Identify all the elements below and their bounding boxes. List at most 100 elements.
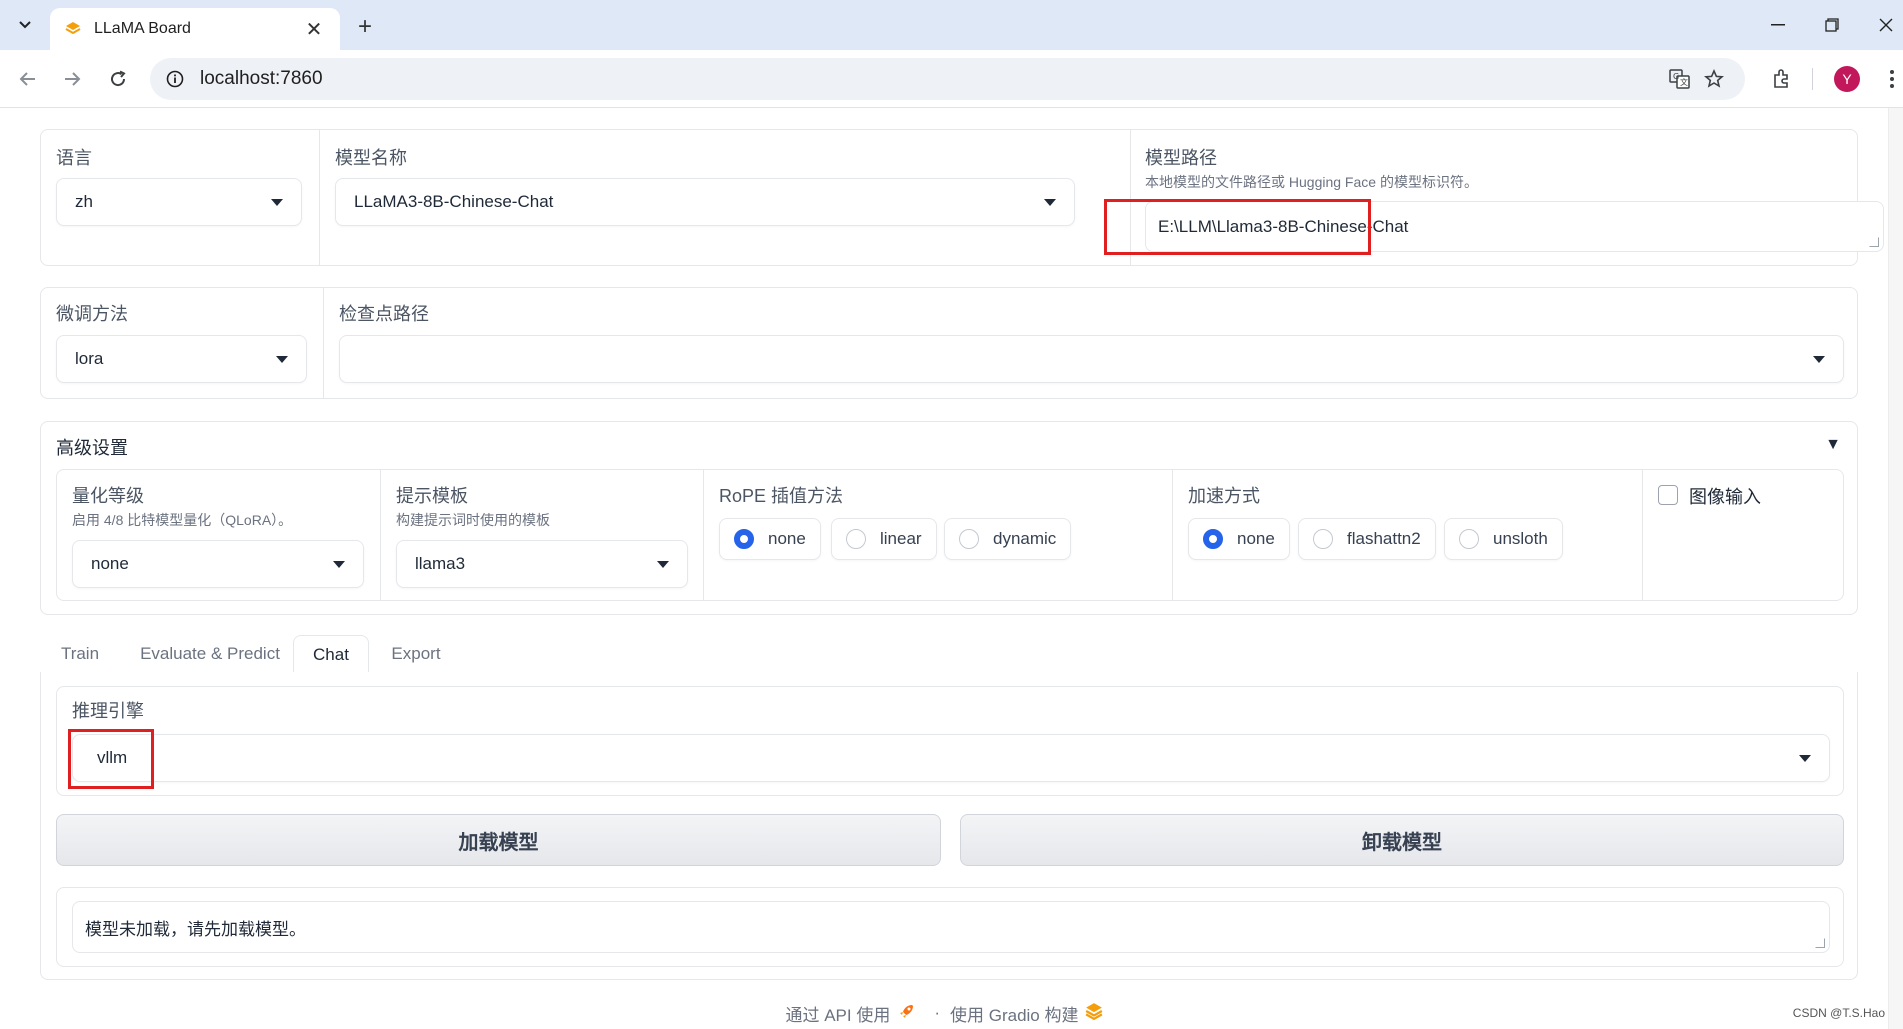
info-textbox[interactable]: 模型未加载，请先加载模型。 — [72, 901, 1830, 953]
radio-label: dynamic — [993, 529, 1057, 548]
quantization-dropdown[interactable]: none — [72, 540, 364, 588]
template-dropdown[interactable]: llama3 — [396, 540, 688, 588]
tab-evaluate-predict[interactable]: Evaluate & Predict — [130, 635, 290, 673]
extensions-icon[interactable] — [1765, 63, 1797, 95]
gradio-favicon-icon — [64, 20, 82, 38]
visual-input-block: 图像输入 — [1642, 470, 1844, 600]
site-info-icon[interactable] — [164, 68, 186, 90]
caret-down-icon — [1799, 754, 1811, 762]
svg-text:文: 文 — [1680, 77, 1688, 87]
page-scrollbar[interactable] — [1888, 108, 1903, 1029]
language-dropdown[interactable]: zh — [56, 178, 302, 226]
load-model-button[interactable]: 加载模型 — [56, 814, 941, 866]
radio-unselected-icon — [1459, 529, 1479, 549]
radio-unselected-icon — [959, 529, 979, 549]
booster-option-none[interactable]: none — [1188, 518, 1290, 560]
radio-label: unsloth — [1493, 529, 1548, 548]
toolbar-divider — [1812, 68, 1813, 90]
radio-selected-icon — [734, 529, 754, 549]
radio-label: none — [1237, 529, 1275, 548]
checkpoint-dropdown[interactable] — [339, 335, 1844, 383]
profile-avatar[interactable]: Y — [1834, 66, 1860, 92]
url-text: localhost:7860 — [200, 68, 323, 89]
minimize-icon[interactable] — [1758, 8, 1798, 42]
advanced-settings-title[interactable]: 高级设置 — [56, 434, 128, 460]
unload-model-button[interactable]: 卸载模型 — [960, 814, 1844, 866]
infer-backend-dropdown[interactable]: vllm — [72, 734, 1830, 782]
bookmark-star-icon[interactable] — [1697, 62, 1731, 96]
model-settings-panel: 语言 zh 模型名称 LLaMA3-8B-Chinese-Chat 模型路径 本… — [40, 129, 1884, 266]
finetune-panel: 微调方法 lora 检查点路径 — [40, 287, 1858, 399]
tab-chat[interactable]: Chat — [293, 635, 369, 674]
gradio-logo-icon — [1085, 1002, 1103, 1025]
finetune-method-block: 微调方法 lora — [41, 288, 323, 398]
caret-down-icon — [276, 355, 288, 363]
model-name-dropdown[interactable]: LLaMA3-8B-Chinese-Chat — [335, 178, 1075, 226]
template-value: llama3 — [415, 554, 466, 573]
model-path-info: 本地模型的文件路径或 Hugging Face 的模型标识符。 — [1145, 174, 1478, 190]
radio-label: linear — [880, 529, 922, 548]
accordion-toggle-icon[interactable]: ▼ — [1825, 436, 1841, 454]
quantization-value: none — [91, 554, 129, 573]
gradio-link[interactable]: 使用 Gradio 构建 — [950, 1001, 1078, 1026]
tab-title: LLaMA Board — [94, 20, 191, 37]
infer-backend-block: 推理引擎 vllm — [56, 686, 1844, 796]
booster-option-unsloth[interactable]: unsloth — [1444, 518, 1563, 560]
more-menu-icon[interactable] — [1876, 63, 1903, 95]
finetune-method-dropdown[interactable]: lora — [56, 335, 307, 383]
caret-down-icon — [271, 198, 283, 206]
radio-selected-icon — [1203, 529, 1223, 549]
tab-export[interactable]: Export — [380, 635, 452, 673]
booster-block: 加速方式 none flashattn2 unsloth — [1172, 470, 1642, 600]
close-tab-icon[interactable]: ✕ — [302, 17, 326, 41]
back-arrow-icon[interactable] — [12, 63, 44, 95]
radio-label: flashattn2 — [1347, 529, 1421, 548]
rope-block: RoPE 插值方法 none linear dynamic — [703, 470, 1172, 600]
language-value: zh — [75, 192, 93, 211]
template-block: 提示模板 构建提示词时使用的模板 llama3 — [380, 470, 703, 600]
caret-down-icon — [1813, 355, 1825, 363]
browser-tab-bar: LLaMA Board ✕ + — [0, 0, 1903, 50]
finetune-method-label: 微调方法 — [56, 304, 128, 324]
rope-option-dynamic[interactable]: dynamic — [944, 518, 1072, 560]
quantization-block: 量化等级 启用 4/8 比特模型量化（QLoRA）。 none — [57, 470, 380, 600]
close-window-icon[interactable] — [1866, 8, 1903, 42]
radio-label: none — [768, 529, 806, 548]
api-link[interactable]: 通过 API 使用 — [785, 1001, 890, 1026]
model-name-value: LLaMA3-8B-Chinese-Chat — [354, 192, 554, 211]
language-block: 语言 zh — [41, 130, 319, 265]
booster-option-flashattn2[interactable]: flashattn2 — [1298, 518, 1436, 560]
resize-grip-icon[interactable] — [1869, 237, 1879, 247]
visual-input-checkbox[interactable] — [1658, 485, 1678, 505]
radio-unselected-icon — [1313, 529, 1333, 549]
browser-tab[interactable]: LLaMA Board ✕ — [50, 8, 340, 50]
restore-icon[interactable] — [1812, 8, 1852, 42]
caret-down-icon — [333, 560, 345, 568]
reload-icon[interactable] — [102, 63, 134, 95]
model-path-label: 模型路径 — [1145, 148, 1217, 168]
quantization-label: 量化等级 — [72, 486, 144, 506]
translate-icon[interactable]: G文 — [1663, 62, 1697, 96]
advanced-settings-panel: 高级设置 ▼ 量化等级 启用 4/8 比特模型量化（QLoRA）。 none 提… — [40, 421, 1858, 615]
forward-arrow-icon[interactable] — [56, 63, 88, 95]
tab-train[interactable]: Train — [50, 635, 110, 673]
template-label: 提示模板 — [396, 486, 468, 506]
svg-text:G: G — [1673, 72, 1679, 81]
language-label: 语言 — [56, 148, 92, 168]
advanced-settings-body: 量化等级 启用 4/8 比特模型量化（QLoRA）。 none 提示模板 构建提… — [56, 469, 1844, 601]
booster-label: 加速方式 — [1188, 486, 1260, 506]
new-tab-icon[interactable]: + — [350, 12, 380, 42]
tab-search-button[interactable] — [8, 10, 42, 40]
rope-option-linear[interactable]: linear — [831, 518, 937, 560]
radio-unselected-icon — [846, 529, 866, 549]
rope-option-none[interactable]: none — [719, 518, 821, 560]
model-name-label: 模型名称 — [335, 148, 407, 168]
info-box-block: 模型未加载，请先加载模型。 — [56, 887, 1844, 967]
address-bar[interactable]: localhost:7860 G文 — [150, 58, 1745, 100]
infer-backend-label: 推理引擎 — [72, 701, 144, 721]
footer-separator: · — [934, 1003, 941, 1022]
resize-grip-icon[interactable] — [1815, 938, 1825, 948]
rope-label: RoPE 插值方法 — [719, 486, 844, 506]
quantization-info: 启用 4/8 比特模型量化（QLoRA）。 — [72, 512, 293, 528]
visual-input-label[interactable]: 图像输入 — [1689, 483, 1761, 509]
